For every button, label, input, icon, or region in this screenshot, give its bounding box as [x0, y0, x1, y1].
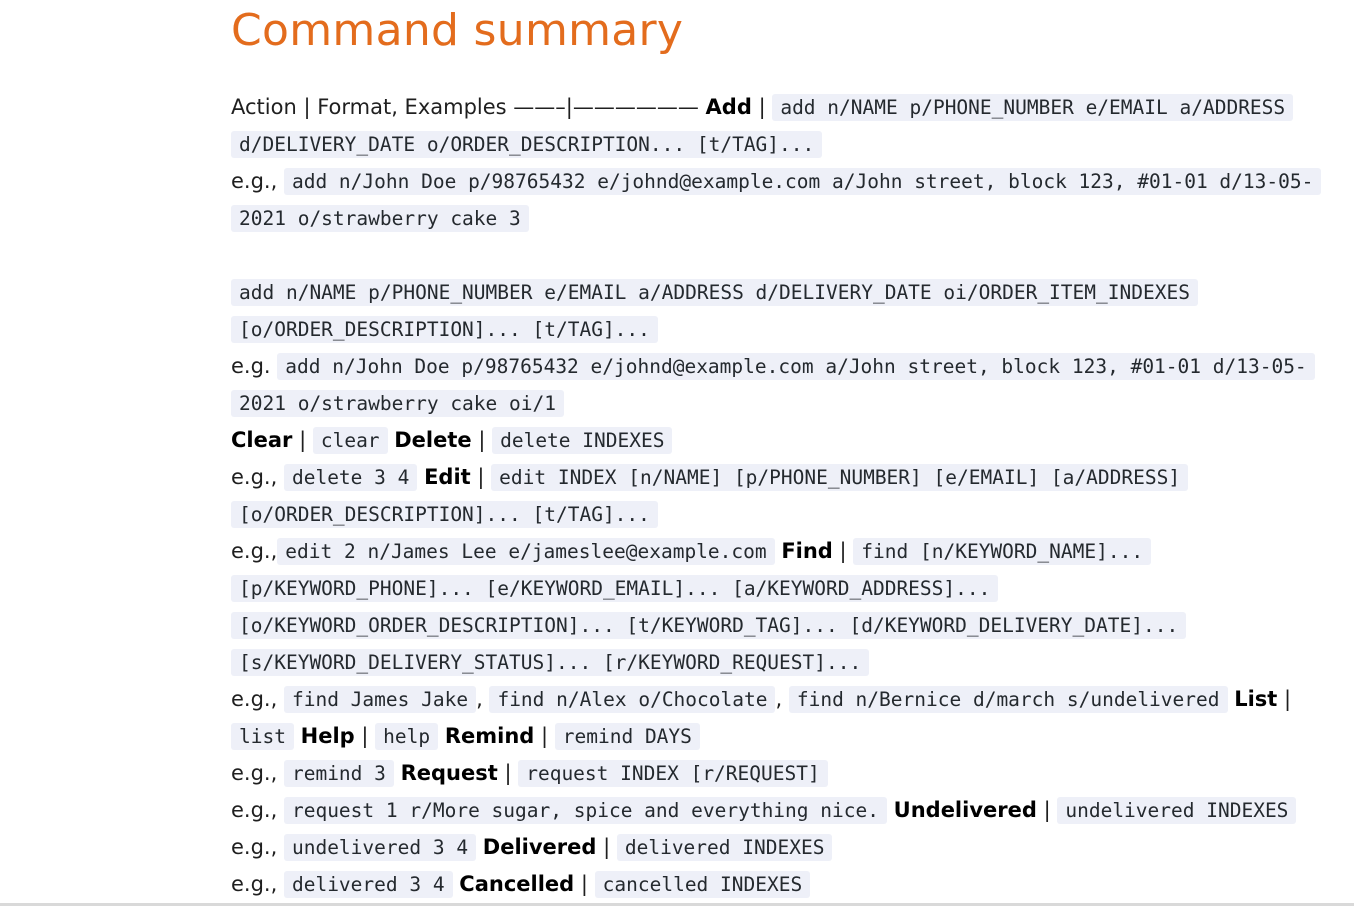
separator: | [478, 428, 486, 452]
example-label: e.g., [231, 761, 278, 785]
command-name-delivered: Delivered [482, 835, 597, 859]
command-name-edit: Edit [424, 465, 471, 489]
example-label: e.g., [231, 539, 278, 563]
example-find-1: find James Jake [283, 686, 477, 713]
format-remind: remind DAYS [554, 723, 700, 750]
comma: , [476, 687, 483, 711]
command-name-help: Help [300, 724, 355, 748]
command-name-add: Add [705, 95, 752, 119]
command-name-delete: Delete [394, 428, 472, 452]
command-name-undelivered: Undelivered [893, 798, 1037, 822]
example-label: e.g., [231, 465, 278, 489]
separator: | [504, 761, 512, 785]
example-remind: remind 3 [283, 760, 394, 787]
separator: | [361, 724, 369, 748]
separator: | [1043, 798, 1051, 822]
format-request: request INDEX [r/REQUEST] [518, 760, 828, 787]
command-name-list: List [1234, 687, 1278, 711]
format-help: help [375, 723, 439, 750]
page-title: Command summary [231, 5, 684, 56]
format-add-alt: add n/NAME p/PHONE_NUMBER e/EMAIL a/ADDR… [231, 279, 1198, 343]
separator: | [477, 465, 485, 489]
example-find-2: find n/Alex o/Chocolate [489, 686, 776, 713]
separator: | [580, 872, 588, 896]
separator: | [299, 428, 307, 452]
example-delete: delete 3 4 [283, 464, 418, 491]
example-find-3: find n/Bernice d/march s/undelivered [788, 686, 1228, 713]
format-delete: delete INDEXES [492, 427, 673, 454]
example-edit: edit 2 n/James Lee e/jameslee@example.co… [277, 538, 775, 565]
comma: , [775, 687, 783, 711]
example-label: e.g., [231, 872, 278, 896]
example-add-alt: add n/John Doe p/98765432 e/johnd@exampl… [231, 353, 1315, 417]
command-summary-section: Command summary Action | Format, Example… [231, 0, 1341, 903]
example-label: e.g., [231, 835, 278, 859]
format-clear: clear [312, 427, 388, 454]
example-label: e.g., [231, 169, 278, 193]
example-request: request 1 r/More sugar, spice and everyt… [283, 797, 887, 824]
command-name-cancelled: Cancelled [459, 872, 575, 896]
command-summary-text: Action | Format, Examples ——–|—————— Add… [231, 89, 1341, 903]
example-undelivered: undelivered 3 4 [283, 834, 477, 861]
command-paragraph-add-alt: add n/NAME p/PHONE_NUMBER e/EMAIL a/ADDR… [231, 274, 1341, 903]
command-name-remind: Remind [444, 724, 535, 748]
separator: | [758, 95, 766, 119]
command-name-clear: Clear [231, 428, 293, 452]
command-name-request: Request [400, 761, 498, 785]
command-paragraph-add: Action | Format, Examples ——–|—————— Add… [231, 89, 1341, 237]
example-label: e.g. [231, 354, 271, 378]
separator: | [541, 724, 549, 748]
table-header-text: Action | Format, Examples ——–|—————— [231, 95, 699, 119]
separator: | [603, 835, 611, 859]
format-undelivered: undelivered INDEXES [1057, 797, 1297, 824]
format-list: list [231, 723, 294, 750]
example-label: e.g., [231, 687, 278, 711]
command-name-find: Find [781, 539, 833, 563]
separator: | [839, 539, 847, 563]
example-add: add n/John Doe p/98765432 e/johnd@exampl… [231, 168, 1322, 232]
example-label: e.g., [231, 798, 278, 822]
separator: | [1284, 687, 1292, 711]
example-delivered: delivered 3 4 [283, 871, 453, 898]
format-cancelled: cancelled INDEXES [594, 871, 811, 898]
format-delivered: delivered INDEXES [616, 834, 833, 861]
